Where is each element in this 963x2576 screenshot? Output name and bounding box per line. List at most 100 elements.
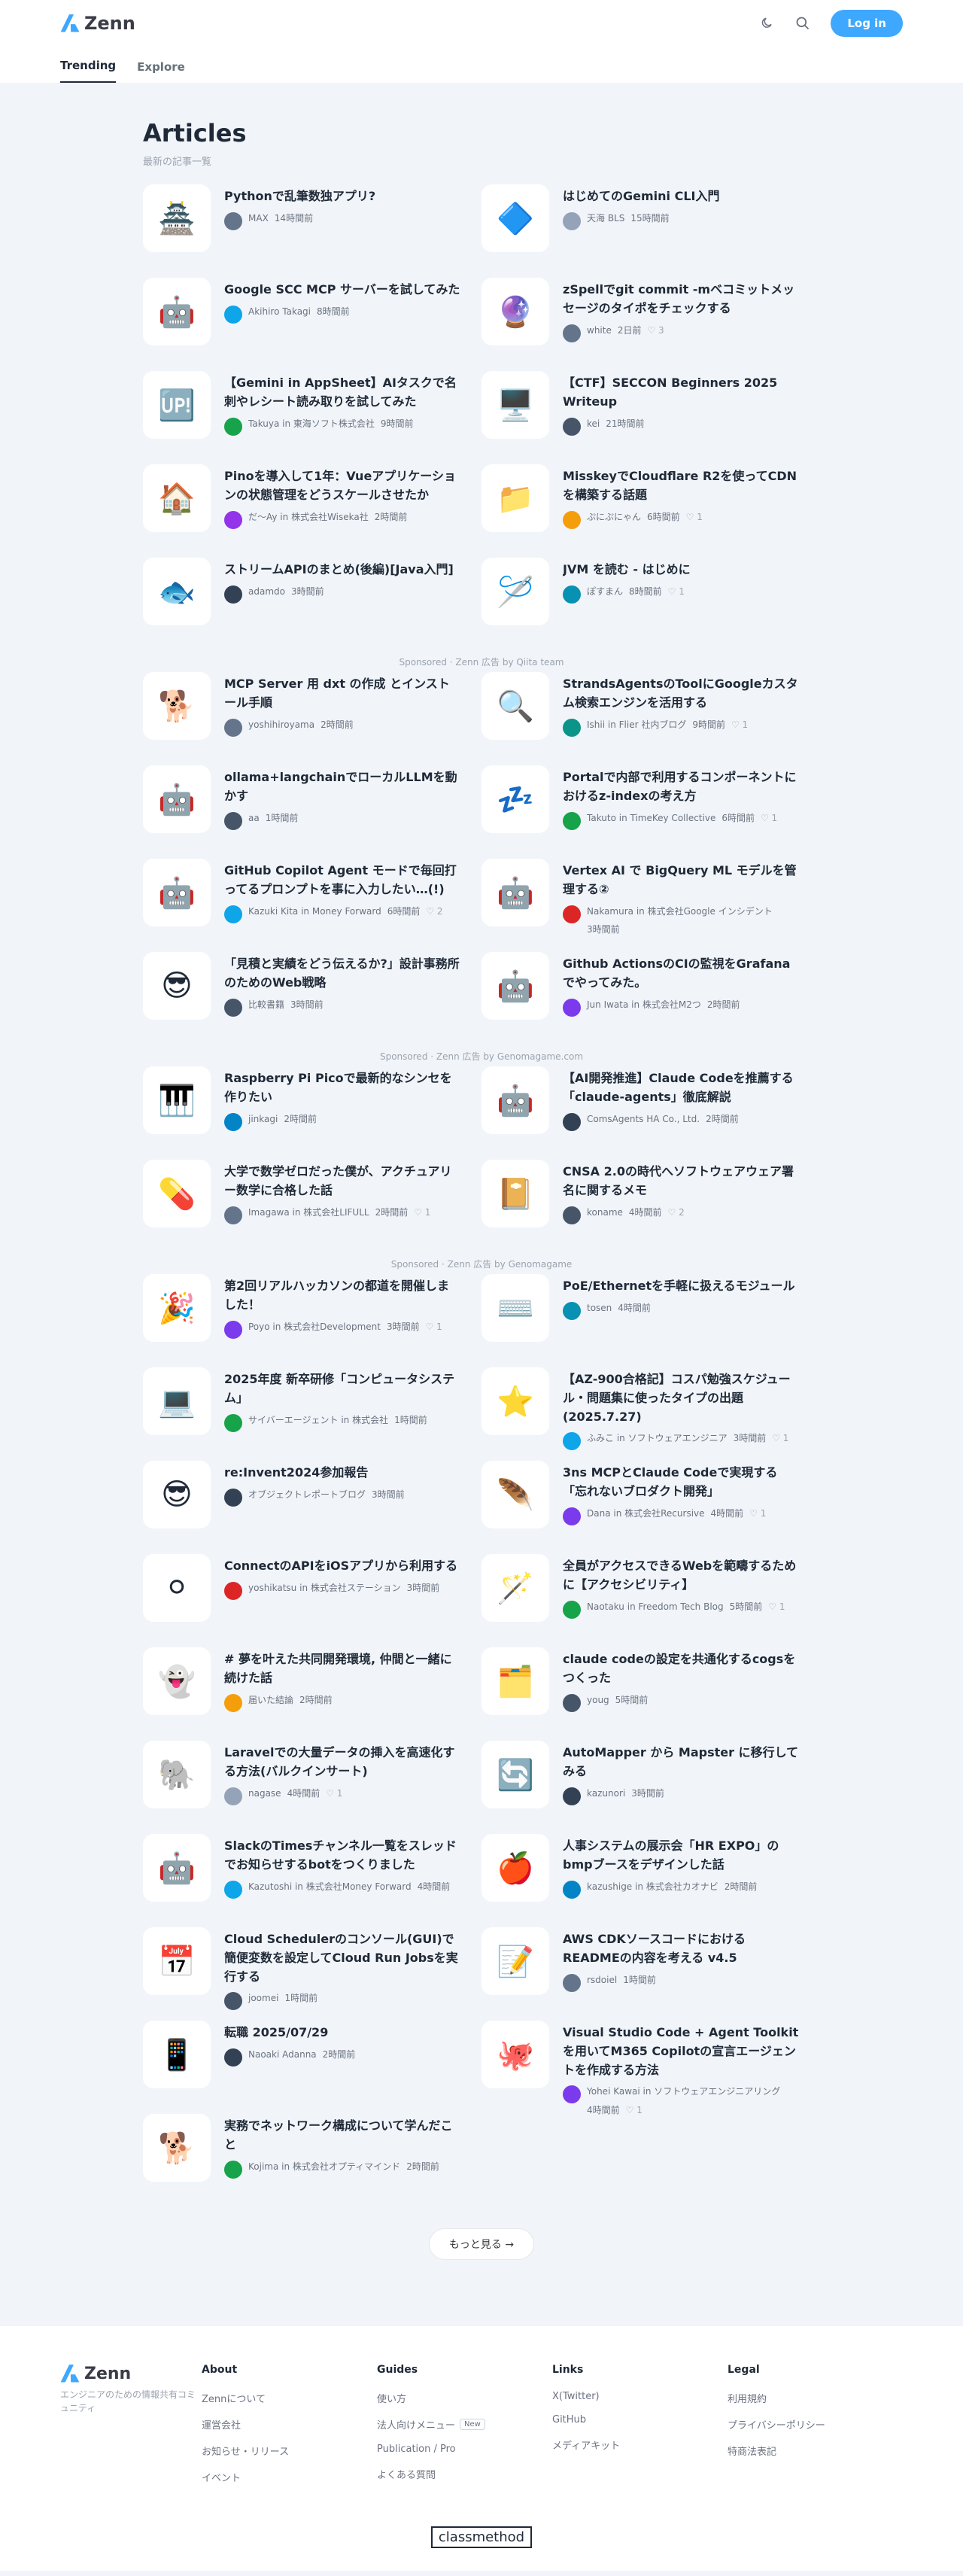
article-card[interactable]: 📁 MisskeyでCloudflare R2を使ってCDNを構築する話題 ぷにぷに…: [482, 464, 820, 558]
author-avatar[interactable]: [563, 585, 581, 604]
article-emoji-icon[interactable]: 🐕: [143, 672, 211, 740]
author-avatar[interactable]: [563, 1206, 581, 1224]
article-emoji-icon[interactable]: 🔄: [482, 1741, 549, 1808]
article-title[interactable]: ConnectのAPIをiOSアプリから利用する: [224, 1557, 460, 1576]
article-emoji-icon[interactable]: 🔮: [482, 278, 549, 345]
author-avatar[interactable]: [224, 305, 242, 324]
article-emoji-icon[interactable]: 😎: [143, 952, 211, 1020]
article-title[interactable]: 第2回リアルハッカソンの都道を開催しました！: [224, 1277, 460, 1315]
article-card[interactable]: 👻 # 夢を叶えた共同開発環境, 仲間と一緒に続けた話 届いた結論 2時間前: [143, 1647, 482, 1741]
author-avatar[interactable]: [563, 211, 581, 230]
article-emoji-icon[interactable]: 👻: [143, 1647, 211, 1715]
author-name[interactable]: Kojima in 株式会社オプティマインド: [248, 2161, 400, 2173]
article-title[interactable]: 【AZ-900合格記】コスパ勉強スケジュール・問題集に使ったタイプの出題(202…: [563, 1370, 799, 1426]
article-emoji-icon[interactable]: 🔷: [482, 184, 549, 252]
author-name[interactable]: yoshikatsu in 株式会社ステーション: [248, 1582, 401, 1595]
article-card[interactable]: 🐟 ストリームAPIのまとめ(後編)[Java入門] adamdo 3時間前: [143, 558, 482, 651]
article-emoji-icon[interactable]: 🪡: [482, 558, 549, 625]
author-name[interactable]: kei: [587, 418, 600, 430]
article-title[interactable]: 実務でネットワーク構成について学んだこと: [224, 2117, 460, 2155]
article-emoji-icon[interactable]: 🤖: [482, 1066, 549, 1134]
article-card[interactable]: 🐕 MCP Server 用 dxt の作成 とインストール手順 yoshihiro…: [143, 672, 482, 765]
search-icon[interactable]: [794, 15, 811, 32]
author-avatar[interactable]: [224, 1112, 242, 1131]
author-name[interactable]: MAX: [248, 212, 269, 225]
article-title[interactable]: ollama+langchainでローカルLLMを動かす: [224, 768, 460, 806]
author-name[interactable]: サイバーエージェント in 株式会社: [248, 1414, 388, 1427]
article-emoji-icon[interactable]: 🐕: [143, 2114, 211, 2182]
author-avatar[interactable]: [563, 1880, 581, 1899]
author-avatar[interactable]: [224, 811, 242, 830]
author-name[interactable]: ComsAgents HA Co., Ltd.: [587, 1113, 700, 1126]
author-avatar[interactable]: [224, 211, 242, 230]
author-name[interactable]: Imagawa in 株式会社LIFULL: [248, 1206, 369, 1219]
author-avatar[interactable]: [224, 2160, 242, 2179]
article-title[interactable]: 「見積と実績をどう伝えるか?」設計事務所のためのWeb戦略: [224, 955, 460, 993]
article-card[interactable]: 🐕 実務でネットワーク構成について学んだこと Kojima in 株式会社オプティマ…: [143, 2114, 482, 2207]
article-card[interactable]: 💤 Portalで内部で利用するコンポーネントにおけるz-indexの考え方 Tak…: [482, 765, 820, 859]
author-name[interactable]: tosen: [587, 1302, 612, 1315]
show-more-button[interactable]: もっと見る →: [428, 2228, 535, 2260]
article-emoji-icon[interactable]: 📁: [482, 464, 549, 532]
footer-link[interactable]: GitHub: [552, 2414, 728, 2425]
article-emoji-icon[interactable]: 📔: [482, 1160, 549, 1227]
article-card[interactable]: 🔮 zSpellでgit commit -mベコミットメッセージのタイポをチェック…: [482, 278, 820, 371]
author-name[interactable]: yoshihiroyama: [248, 719, 314, 731]
article-emoji-icon[interactable]: 🪄: [482, 1554, 549, 1622]
article-title[interactable]: ストリームAPIのまとめ(後編)[Java入門]: [224, 561, 460, 579]
article-title[interactable]: AWS CDKソースコードにおけるREADMEの内容を考える v4.5: [563, 1930, 799, 1968]
article-card[interactable]: 💻 2025年度 新卒研修「コンピュータシステム」 サイバーエージェント in 株式…: [143, 1367, 482, 1461]
author-name[interactable]: Poyo in 株式会社Development: [248, 1321, 381, 1334]
article-card[interactable]: 🆙 【Gemini in AppSheet】AIタスクで名刺やレシート読み取りを試…: [143, 371, 482, 464]
author-avatar[interactable]: [563, 2085, 581, 2104]
company-logo[interactable]: classmethod: [430, 2526, 533, 2548]
article-emoji-icon[interactable]: ⌨️: [482, 1274, 549, 1342]
footer-link[interactable]: プライバシーポリシー: [728, 2417, 903, 2432]
article-title[interactable]: 大学で数学ゼロだった僕が、アクチュアリー数学に合格した話: [224, 1163, 460, 1200]
author-name[interactable]: Kazuki Kita in Money Forward: [248, 905, 381, 918]
footer-link[interactable]: よくある質問: [377, 2467, 552, 2481]
author-avatar[interactable]: [224, 1413, 242, 1432]
article-emoji-icon[interactable]: 🤖: [143, 278, 211, 345]
article-card[interactable]: 🐙 Visual Studio Code + Agent Toolkitを用いてM…: [482, 2021, 820, 2115]
author-name[interactable]: Ishii in Flier 社内ブログ: [587, 719, 686, 731]
article-card[interactable]: 🔄 AutoMapper から Mapster に移行してみる kazunori 3時…: [482, 1741, 820, 1834]
author-name[interactable]: ぽすまん: [587, 585, 623, 598]
article-card[interactable]: 🪶 3ns MCPとClaude Codeで実現する「忘れないブロダクト開発」 Da…: [482, 1461, 820, 1554]
article-card[interactable]: 🖥️ 【CTF】SECCON Beginners 2025 Writeup kei 2…: [482, 371, 820, 464]
author-avatar[interactable]: [563, 1507, 581, 1525]
author-avatar[interactable]: [224, 1581, 242, 1600]
article-title[interactable]: 人事システムの展示会「HR EXPO」のbmpブースをデザインした話: [563, 1837, 799, 1875]
article-title[interactable]: JVM を読む - はじめに: [563, 561, 799, 579]
article-emoji-icon[interactable]: 🎹: [143, 1066, 211, 1134]
moon-icon[interactable]: [758, 15, 775, 32]
article-title[interactable]: はじめてのGemini CLI入門: [563, 187, 799, 206]
article-emoji-icon[interactable]: 📅: [143, 1927, 211, 1995]
article-emoji-icon[interactable]: 🍎: [482, 1834, 549, 1902]
article-emoji-icon[interactable]: 🔍: [482, 672, 549, 740]
author-avatar[interactable]: [224, 417, 242, 436]
article-title[interactable]: 【Gemini in AppSheet】AIタスクで名刺やレシート読み取りを試し…: [224, 374, 460, 412]
author-name[interactable]: white: [587, 324, 612, 337]
author-avatar[interactable]: [224, 1488, 242, 1507]
tab-trending[interactable]: Trending: [60, 59, 117, 83]
author-name[interactable]: Dana in 株式会社Recursive: [587, 1507, 705, 1520]
footer-logo[interactable]: Zenn: [60, 2364, 202, 2383]
article-title[interactable]: Vertex AI で BigQuery ML モデルを管理する②: [563, 862, 799, 899]
article-emoji-icon[interactable]: 🤖: [143, 1834, 211, 1902]
author-name[interactable]: aa: [248, 812, 260, 825]
article-card[interactable]: 📱 転職 2025/07/29 Naoaki Adanna 2時間前: [143, 2021, 482, 2114]
article-card[interactable]: 🤖 Google SCC MCP サーバーを試してみた Akihiro Takagi…: [143, 278, 482, 371]
author-name[interactable]: Kazutoshi in 株式会社Money Forward: [248, 1881, 412, 1893]
footer-link[interactable]: 運営会社: [202, 2417, 377, 2432]
article-emoji-icon[interactable]: 📝: [482, 1927, 549, 1995]
author-avatar[interactable]: [563, 1301, 581, 1320]
article-title[interactable]: Portalで内部で利用するコンポーネントにおけるz-indexの考え方: [563, 768, 799, 806]
author-avatar[interactable]: [224, 998, 242, 1017]
article-card[interactable]: 😎 re:Invent2024参加報告 オブジェクトレポートブログ 3時間前: [143, 1461, 482, 1554]
footer-link[interactable]: メディアキット: [552, 2438, 728, 2452]
author-avatar[interactable]: [224, 905, 242, 923]
author-name[interactable]: youg: [587, 1694, 609, 1707]
zenn-logo[interactable]: Zenn: [60, 13, 135, 34]
article-card[interactable]: ⚪ ConnectのAPIをiOSアプリから利用する yoshikatsu in 株…: [143, 1554, 482, 1647]
